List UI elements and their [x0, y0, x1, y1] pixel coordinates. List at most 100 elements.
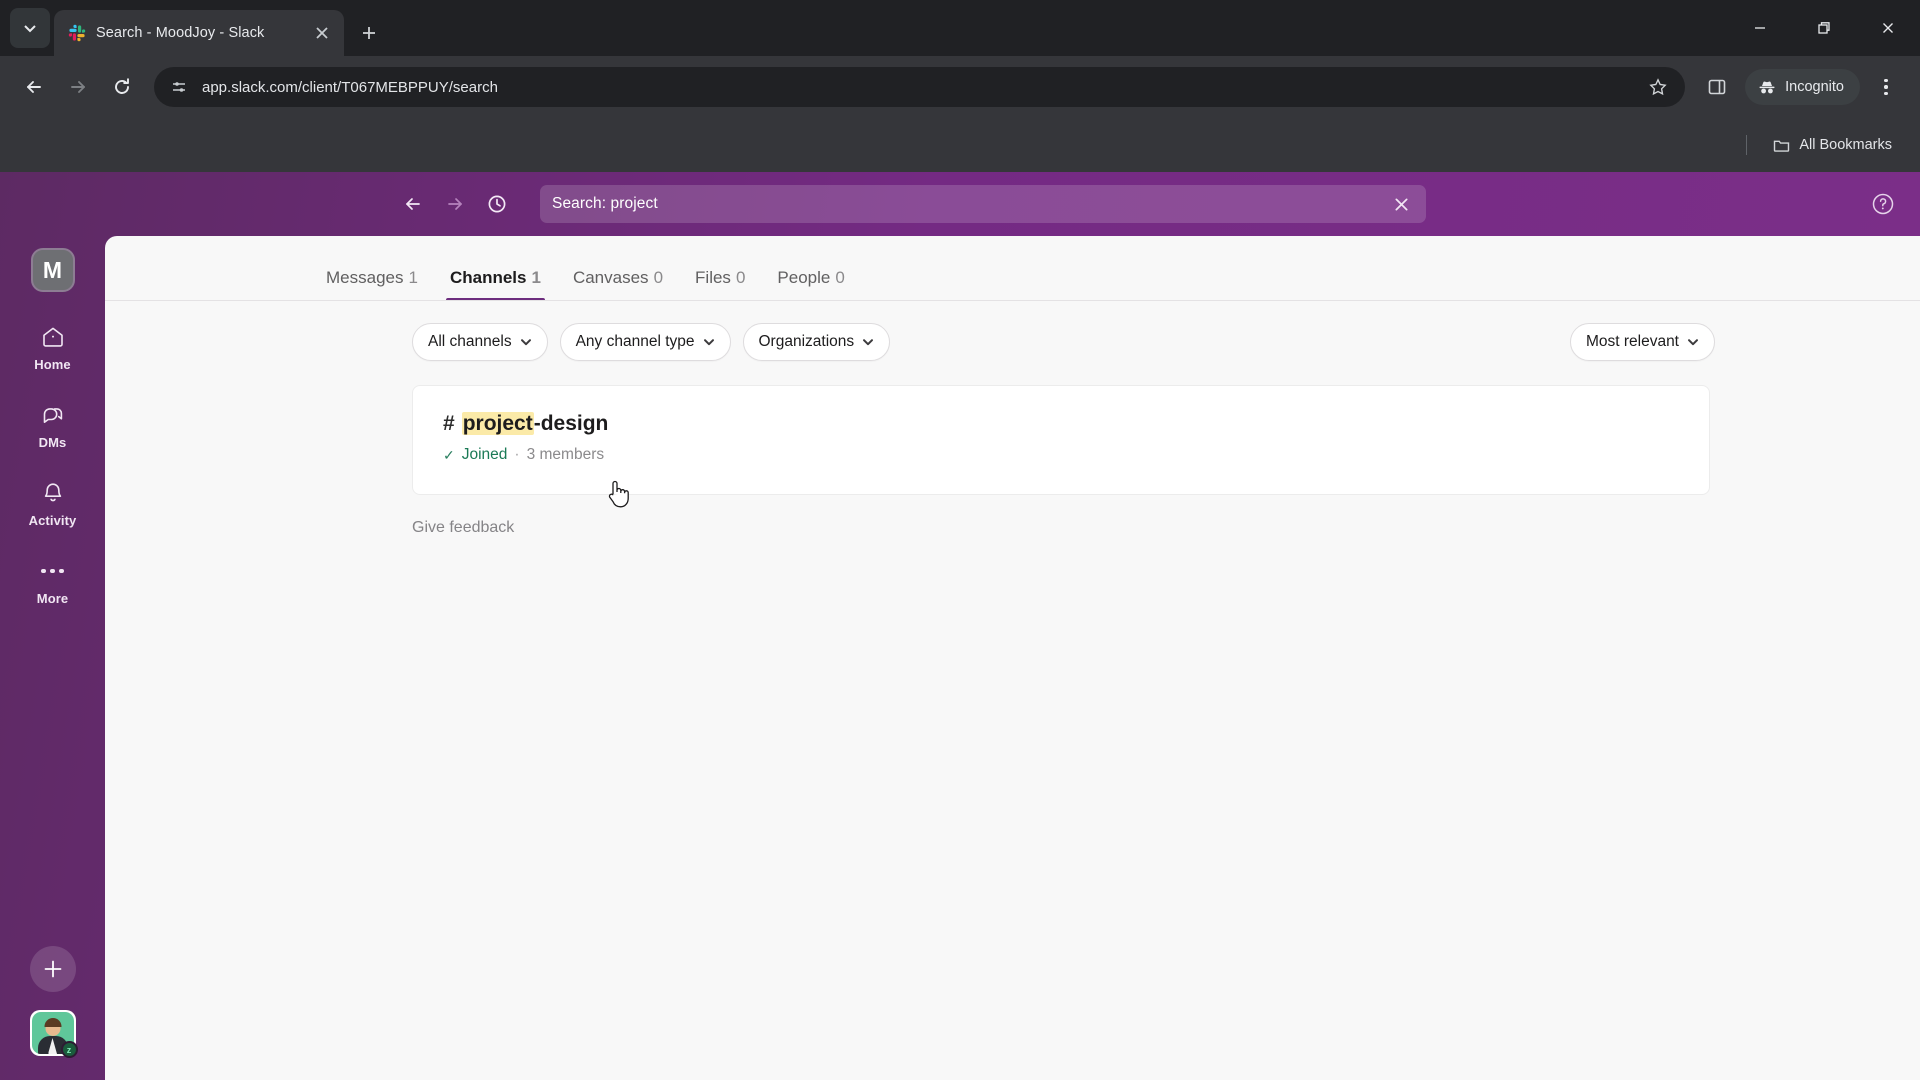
new-message-button[interactable] — [29, 946, 76, 992]
slack-body: M Home DMs Activity More z Messages 1 Ch… — [0, 236, 1920, 1080]
channel-result-row[interactable]: # project-design ✓ Joined · 3 members — [412, 385, 1710, 495]
search-results-panel: Messages 1 Channels 1 Canvases 0 Files 0 Peo… — [105, 236, 1920, 1080]
filter-all-channels[interactable]: All channels — [412, 323, 548, 361]
filter-channel-type[interactable]: Any channel type — [559, 323, 731, 361]
search-filters: All channels Any channel type Organizati… — [105, 301, 1920, 361]
presence-badge: z — [60, 1041, 78, 1058]
search-results-list: # project-design ✓ Joined · 3 members — [105, 361, 1920, 495]
chevron-down-icon — [520, 339, 531, 346]
sidebar-item-dms[interactable]: DMs — [0, 400, 105, 450]
search-term-highlight: project — [461, 412, 534, 435]
back-button[interactable] — [14, 67, 54, 107]
window-maximize-button[interactable] — [1792, 0, 1856, 56]
tab-canvases[interactable]: Canvases 0 — [557, 258, 679, 301]
browser-toolbar: app.slack.com/client/T067MEBPPUY/search … — [0, 56, 1920, 118]
tab-label: Channels — [449, 268, 527, 287]
slack-sidebar-rail: M Home DMs Activity More z — [0, 236, 105, 1080]
filter-label: All channels — [428, 333, 512, 350]
browser-tab[interactable]: Search - MoodJoy - Slack — [54, 10, 344, 56]
tab-label: Canvases — [572, 268, 649, 287]
sidebar-item-home[interactable]: Home — [0, 322, 105, 372]
sidebar-item-activity[interactable]: Activity — [0, 478, 105, 528]
tab-count: 0 — [835, 268, 845, 287]
plus-icon — [363, 27, 375, 39]
slack-history-nav — [400, 191, 510, 217]
channel-name: # project-design — [443, 412, 1679, 436]
slack-logo-icon — [68, 24, 86, 42]
hash-icon: # — [443, 412, 455, 435]
bookmark-star-icon[interactable] — [1643, 72, 1673, 102]
new-tab-button[interactable] — [352, 16, 386, 50]
chevron-down-icon — [863, 339, 874, 346]
all-bookmarks-label: All Bookmarks — [1799, 137, 1892, 153]
browser-tab-strip: Search - MoodJoy - Slack — [0, 0, 1920, 56]
sidebar-item-label: More — [36, 591, 69, 606]
side-panel-button[interactable] — [1697, 67, 1737, 107]
slack-forward-button[interactable] — [442, 191, 468, 217]
arrow-left-icon — [27, 81, 41, 93]
bookmarks-bar: All Bookmarks — [0, 118, 1920, 172]
workspace-avatar[interactable]: M — [30, 248, 75, 292]
channel-name-rest: -design — [533, 412, 609, 435]
minimize-icon — [1755, 27, 1765, 29]
meta-separator: · — [514, 446, 520, 463]
incognito-indicator[interactable]: Incognito — [1745, 69, 1860, 105]
tab-label: Files — [695, 268, 731, 287]
window-close-button[interactable] — [1856, 0, 1920, 56]
clock-icon — [488, 195, 506, 213]
all-bookmarks-button[interactable]: All Bookmarks — [1765, 131, 1900, 160]
sidebar-item-label: DMs — [38, 435, 67, 450]
sort-dropdown[interactable]: Most relevant — [1569, 323, 1715, 361]
filter-organizations[interactable]: Organizations — [742, 323, 891, 361]
arrow-left-icon — [406, 198, 420, 210]
tab-count: 0 — [735, 268, 746, 287]
sidebar-item-label: Activity — [28, 513, 77, 528]
chevron-down-icon — [24, 25, 36, 33]
address-bar[interactable]: app.slack.com/client/T067MEBPPUY/search — [154, 67, 1686, 107]
sidebar-item-more[interactable]: More — [0, 556, 105, 606]
give-feedback-link[interactable]: Give feedback — [105, 495, 1920, 537]
reload-icon — [115, 78, 129, 94]
forward-button[interactable] — [58, 67, 98, 107]
slack-app: Search: project M Home DMs Activity More… — [0, 172, 1920, 1080]
clear-search-button[interactable] — [1388, 191, 1414, 217]
reload-button[interactable] — [102, 67, 142, 107]
user-avatar[interactable]: z — [29, 1010, 78, 1058]
search-tabs: Messages 1 Channels 1 Canvases 0 Files 0 Peo… — [105, 236, 1920, 508]
close-icon — [1395, 198, 1407, 210]
chevron-down-icon — [703, 339, 714, 346]
tab-close-button[interactable] — [310, 21, 334, 45]
browser-menu-button[interactable] — [1866, 67, 1906, 107]
kebab-menu-icon — [1884, 78, 1888, 96]
slack-search-input[interactable]: Search: project — [540, 185, 1426, 223]
rail-items: Home DMs Activity More — [0, 322, 105, 606]
check-icon: ✓ — [443, 446, 455, 463]
arrow-right-icon — [71, 81, 85, 93]
tab-messages[interactable]: Messages 1 — [310, 258, 434, 301]
tab-count: 0 — [653, 268, 664, 287]
channel-meta: ✓ Joined · 3 members — [443, 446, 1679, 464]
tab-people[interactable]: People 0 — [761, 258, 860, 301]
arrow-right-icon — [448, 198, 462, 210]
tab-count: 1 — [408, 268, 418, 287]
tab-label: People — [777, 268, 831, 287]
dms-icon — [38, 400, 68, 430]
close-icon — [1883, 23, 1893, 33]
rail-bottom: z — [29, 946, 78, 1080]
chevron-down-icon — [1688, 339, 1698, 346]
window-controls — [1728, 0, 1920, 56]
tab-count: 1 — [531, 268, 541, 287]
tab-search-button[interactable] — [10, 8, 50, 48]
close-icon — [316, 27, 328, 39]
help-button[interactable] — [1868, 189, 1898, 219]
window-minimize-button[interactable] — [1728, 0, 1792, 56]
tab-files[interactable]: Files 0 — [679, 258, 761, 301]
tab-channels[interactable]: Channels 1 — [434, 258, 557, 301]
site-settings-icon[interactable] — [168, 76, 190, 98]
incognito-icon — [1759, 81, 1775, 94]
browser-tab-title: Search - MoodJoy - Slack — [96, 25, 265, 41]
slack-back-button[interactable] — [400, 191, 426, 217]
sidebar-item-label: Home — [34, 357, 71, 372]
slack-history-button[interactable] — [484, 191, 510, 217]
filter-label: Any channel type — [575, 333, 695, 350]
